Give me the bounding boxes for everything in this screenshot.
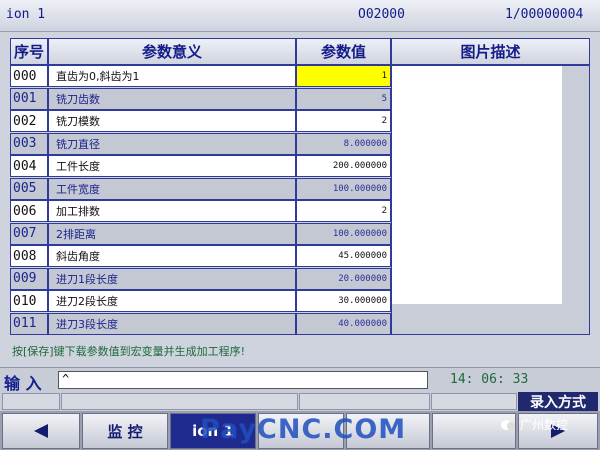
param-meaning: 进刀3段长度 (48, 312, 296, 335)
header-image: 图片描述 (391, 38, 590, 65)
clock: 14: 06: 33 (450, 372, 529, 387)
prev-page-button[interactable] (2, 413, 80, 449)
param-number: 004 (10, 155, 48, 177)
param-value[interactable]: 45.000000 (296, 245, 391, 267)
param-value[interactable]: 8.000000 (296, 132, 391, 155)
param-number: 008 (10, 245, 48, 267)
watermark-text: PayCNC.COM (200, 414, 407, 445)
param-number: 010 (10, 290, 48, 312)
input-bar: 输 入 ^ 14: 06: 33 (0, 367, 600, 393)
param-value[interactable]: 100.000000 (296, 177, 391, 200)
arrow-left-icon (34, 424, 48, 438)
wechat-icon (501, 419, 515, 430)
param-number: 009 (10, 267, 48, 290)
image-description-panel (391, 65, 590, 335)
param-value[interactable]: 2 (296, 110, 391, 132)
param-number: 003 (10, 132, 48, 155)
param-value[interactable]: 2 (296, 200, 391, 222)
param-number: 011 (10, 312, 48, 335)
header-meaning: 参数意义 (48, 38, 296, 65)
param-number: 002 (10, 110, 48, 132)
param-meaning: 加工排数 (48, 200, 296, 222)
param-meaning: 进刀2段长度 (48, 290, 296, 312)
param-value[interactable]: 40.000000 (296, 312, 391, 335)
param-value[interactable]: 200.000000 (296, 155, 391, 177)
hint-text: 按[保存]键下载参数值到宏变量并生成加工程序! (12, 345, 245, 358)
status-cell (2, 393, 60, 410)
param-value[interactable]: 5 (296, 87, 391, 110)
param-value[interactable]: 100.000000 (296, 222, 391, 245)
status-cell (299, 393, 430, 410)
param-number: 000 (10, 65, 48, 87)
status-cell (431, 393, 517, 410)
param-meaning: 直齿为0,斜齿为1 (48, 65, 296, 87)
param-value[interactable]: 1 (296, 65, 391, 87)
param-meaning: 进刀1段长度 (48, 267, 296, 290)
param-meaning: 铣刀模数 (48, 110, 296, 132)
image-placeholder (392, 66, 562, 304)
title-bar: ion 1 O02000 1/00000004 (0, 0, 600, 32)
header-value: 参数值 (296, 38, 391, 65)
status-strip: 录入方式 (0, 391, 600, 411)
param-meaning: 斜齿角度 (48, 245, 296, 267)
header-no: 序号 (10, 38, 48, 65)
param-meaning: 铣刀直径 (48, 132, 296, 155)
param-number: 006 (10, 200, 48, 222)
parameter-table: 序号 参数意义 参数值 图片描述 000 直齿为0,斜齿为1 1 001 铣刀齿数 5 00… (10, 38, 590, 338)
param-number: 005 (10, 177, 48, 200)
param-meaning: 2排距离 (48, 222, 296, 245)
param-meaning: 铣刀齿数 (48, 87, 296, 110)
param-value[interactable]: 30.000000 (296, 290, 391, 312)
watermark-brand-label: 广州数控 (520, 418, 569, 432)
program-number: O02000 (358, 7, 405, 22)
param-value[interactable]: 20.000000 (296, 267, 391, 290)
param-number: 007 (10, 222, 48, 245)
page-counter: 1/00000004 (505, 7, 584, 22)
program-name: ion 1 (6, 7, 46, 22)
param-meaning: 工件长度 (48, 155, 296, 177)
param-meaning: 工件宽度 (48, 177, 296, 200)
status-cell (61, 393, 298, 410)
monitor-button[interactable]: 监 控 (82, 413, 168, 449)
input-field[interactable]: ^ (58, 371, 428, 389)
param-number: 001 (10, 87, 48, 110)
watermark-brand: 广州数控 (500, 416, 568, 433)
mode-indicator: 录入方式 (518, 392, 598, 411)
